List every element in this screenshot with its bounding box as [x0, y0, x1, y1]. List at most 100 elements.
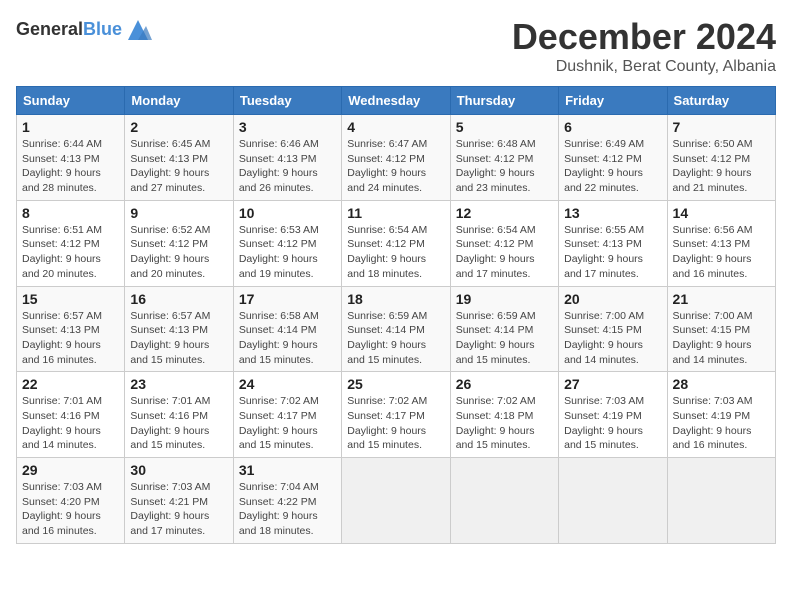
col-friday: Friday [559, 87, 667, 115]
day-number: 29 [22, 462, 119, 478]
calendar-cell [342, 458, 450, 544]
col-monday: Monday [125, 87, 233, 115]
day-info: Sunrise: 7:03 AM Sunset: 4:19 PM Dayligh… [564, 394, 661, 453]
calendar-cell: 3 Sunrise: 6:46 AM Sunset: 4:13 PM Dayli… [233, 115, 341, 201]
calendar-cell: 21 Sunrise: 7:00 AM Sunset: 4:15 PM Dayl… [667, 286, 775, 372]
calendar-cell: 29 Sunrise: 7:03 AM Sunset: 4:20 PM Dayl… [17, 458, 125, 544]
day-info: Sunrise: 6:57 AM Sunset: 4:13 PM Dayligh… [130, 309, 227, 368]
day-number: 17 [239, 291, 336, 307]
day-number: 28 [673, 376, 770, 392]
day-number: 14 [673, 205, 770, 221]
calendar-week-row: 22 Sunrise: 7:01 AM Sunset: 4:16 PM Dayl… [17, 372, 776, 458]
day-number: 6 [564, 119, 661, 135]
day-info: Sunrise: 6:55 AM Sunset: 4:13 PM Dayligh… [564, 223, 661, 282]
calendar-cell: 15 Sunrise: 6:57 AM Sunset: 4:13 PM Dayl… [17, 286, 125, 372]
day-info: Sunrise: 6:48 AM Sunset: 4:12 PM Dayligh… [456, 137, 553, 196]
calendar-cell [559, 458, 667, 544]
calendar-table: Sunday Monday Tuesday Wednesday Thursday… [16, 86, 776, 544]
calendar-cell [450, 458, 558, 544]
day-number: 18 [347, 291, 444, 307]
day-info: Sunrise: 7:00 AM Sunset: 4:15 PM Dayligh… [673, 309, 770, 368]
logo-text: GeneralBlue [16, 16, 152, 44]
calendar-week-row: 8 Sunrise: 6:51 AM Sunset: 4:12 PM Dayli… [17, 200, 776, 286]
calendar-cell: 16 Sunrise: 6:57 AM Sunset: 4:13 PM Dayl… [125, 286, 233, 372]
logo-blue: Blue [83, 19, 122, 39]
logo-general: General [16, 19, 83, 39]
day-info: Sunrise: 6:54 AM Sunset: 4:12 PM Dayligh… [347, 223, 444, 282]
day-number: 27 [564, 376, 661, 392]
day-number: 26 [456, 376, 553, 392]
calendar-week-row: 29 Sunrise: 7:03 AM Sunset: 4:20 PM Dayl… [17, 458, 776, 544]
logo-icon [124, 16, 152, 44]
location: Dushnik, Berat County, Albania [512, 58, 776, 76]
calendar-cell: 31 Sunrise: 7:04 AM Sunset: 4:22 PM Dayl… [233, 458, 341, 544]
day-info: Sunrise: 7:02 AM Sunset: 4:18 PM Dayligh… [456, 394, 553, 453]
day-info: Sunrise: 6:50 AM Sunset: 4:12 PM Dayligh… [673, 137, 770, 196]
day-info: Sunrise: 6:56 AM Sunset: 4:13 PM Dayligh… [673, 223, 770, 282]
calendar-cell: 20 Sunrise: 7:00 AM Sunset: 4:15 PM Dayl… [559, 286, 667, 372]
day-info: Sunrise: 6:47 AM Sunset: 4:12 PM Dayligh… [347, 137, 444, 196]
day-info: Sunrise: 6:59 AM Sunset: 4:14 PM Dayligh… [456, 309, 553, 368]
day-info: Sunrise: 6:54 AM Sunset: 4:12 PM Dayligh… [456, 223, 553, 282]
day-number: 23 [130, 376, 227, 392]
day-number: 30 [130, 462, 227, 478]
day-number: 21 [673, 291, 770, 307]
calendar-cell: 24 Sunrise: 7:02 AM Sunset: 4:17 PM Dayl… [233, 372, 341, 458]
day-info: Sunrise: 6:49 AM Sunset: 4:12 PM Dayligh… [564, 137, 661, 196]
col-tuesday: Tuesday [233, 87, 341, 115]
calendar-cell: 23 Sunrise: 7:01 AM Sunset: 4:16 PM Dayl… [125, 372, 233, 458]
day-info: Sunrise: 6:52 AM Sunset: 4:12 PM Dayligh… [130, 223, 227, 282]
day-number: 5 [456, 119, 553, 135]
calendar-cell: 27 Sunrise: 7:03 AM Sunset: 4:19 PM Dayl… [559, 372, 667, 458]
day-info: Sunrise: 6:44 AM Sunset: 4:13 PM Dayligh… [22, 137, 119, 196]
calendar-week-row: 1 Sunrise: 6:44 AM Sunset: 4:13 PM Dayli… [17, 115, 776, 201]
day-info: Sunrise: 7:04 AM Sunset: 4:22 PM Dayligh… [239, 480, 336, 539]
day-number: 7 [673, 119, 770, 135]
calendar-cell: 30 Sunrise: 7:03 AM Sunset: 4:21 PM Dayl… [125, 458, 233, 544]
day-info: Sunrise: 7:00 AM Sunset: 4:15 PM Dayligh… [564, 309, 661, 368]
col-wednesday: Wednesday [342, 87, 450, 115]
day-info: Sunrise: 7:03 AM Sunset: 4:19 PM Dayligh… [673, 394, 770, 453]
day-number: 31 [239, 462, 336, 478]
day-info: Sunrise: 6:45 AM Sunset: 4:13 PM Dayligh… [130, 137, 227, 196]
day-info: Sunrise: 7:01 AM Sunset: 4:16 PM Dayligh… [130, 394, 227, 453]
day-info: Sunrise: 6:59 AM Sunset: 4:14 PM Dayligh… [347, 309, 444, 368]
col-sunday: Sunday [17, 87, 125, 115]
day-number: 16 [130, 291, 227, 307]
calendar-cell: 17 Sunrise: 6:58 AM Sunset: 4:14 PM Dayl… [233, 286, 341, 372]
day-info: Sunrise: 7:01 AM Sunset: 4:16 PM Dayligh… [22, 394, 119, 453]
day-number: 24 [239, 376, 336, 392]
day-number: 15 [22, 291, 119, 307]
calendar-cell: 18 Sunrise: 6:59 AM Sunset: 4:14 PM Dayl… [342, 286, 450, 372]
calendar-cell: 10 Sunrise: 6:53 AM Sunset: 4:12 PM Dayl… [233, 200, 341, 286]
calendar-cell: 12 Sunrise: 6:54 AM Sunset: 4:12 PM Dayl… [450, 200, 558, 286]
title-block: December 2024 Dushnik, Berat County, Alb… [512, 16, 776, 76]
header: GeneralBlue December 2024 Dushnik, Berat… [16, 16, 776, 76]
calendar-cell [667, 458, 775, 544]
day-info: Sunrise: 7:02 AM Sunset: 4:17 PM Dayligh… [239, 394, 336, 453]
calendar-cell: 22 Sunrise: 7:01 AM Sunset: 4:16 PM Dayl… [17, 372, 125, 458]
calendar-cell: 28 Sunrise: 7:03 AM Sunset: 4:19 PM Dayl… [667, 372, 775, 458]
calendar-cell: 7 Sunrise: 6:50 AM Sunset: 4:12 PM Dayli… [667, 115, 775, 201]
col-thursday: Thursday [450, 87, 558, 115]
calendar-cell: 19 Sunrise: 6:59 AM Sunset: 4:14 PM Dayl… [450, 286, 558, 372]
day-number: 9 [130, 205, 227, 221]
day-info: Sunrise: 7:03 AM Sunset: 4:21 PM Dayligh… [130, 480, 227, 539]
calendar-week-row: 15 Sunrise: 6:57 AM Sunset: 4:13 PM Dayl… [17, 286, 776, 372]
calendar-cell: 11 Sunrise: 6:54 AM Sunset: 4:12 PM Dayl… [342, 200, 450, 286]
calendar-cell: 5 Sunrise: 6:48 AM Sunset: 4:12 PM Dayli… [450, 115, 558, 201]
day-number: 22 [22, 376, 119, 392]
day-number: 4 [347, 119, 444, 135]
calendar-cell: 4 Sunrise: 6:47 AM Sunset: 4:12 PM Dayli… [342, 115, 450, 201]
calendar-cell: 1 Sunrise: 6:44 AM Sunset: 4:13 PM Dayli… [17, 115, 125, 201]
day-info: Sunrise: 6:58 AM Sunset: 4:14 PM Dayligh… [239, 309, 336, 368]
calendar-header-row: Sunday Monday Tuesday Wednesday Thursday… [17, 87, 776, 115]
day-number: 11 [347, 205, 444, 221]
day-info: Sunrise: 7:02 AM Sunset: 4:17 PM Dayligh… [347, 394, 444, 453]
day-number: 25 [347, 376, 444, 392]
calendar-cell: 25 Sunrise: 7:02 AM Sunset: 4:17 PM Dayl… [342, 372, 450, 458]
month-year: December 2024 [512, 16, 776, 58]
calendar-cell: 8 Sunrise: 6:51 AM Sunset: 4:12 PM Dayli… [17, 200, 125, 286]
day-number: 8 [22, 205, 119, 221]
calendar-cell: 14 Sunrise: 6:56 AM Sunset: 4:13 PM Dayl… [667, 200, 775, 286]
